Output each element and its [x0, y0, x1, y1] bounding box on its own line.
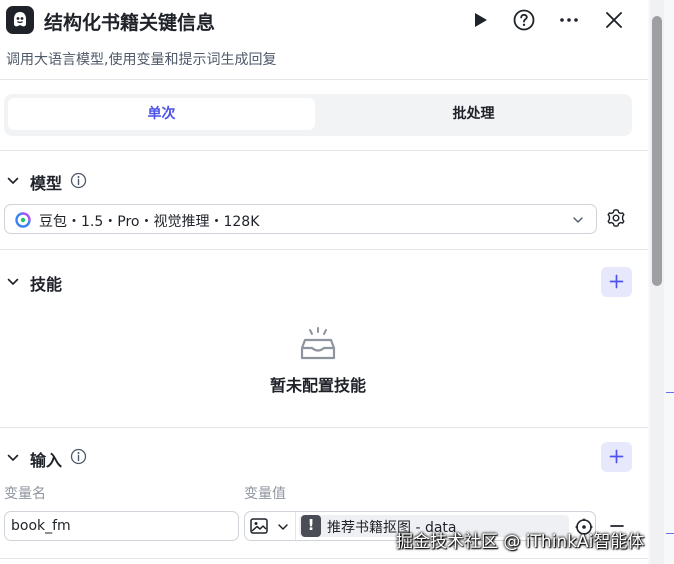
info-icon[interactable]: [70, 172, 87, 189]
connector-line: [666, 392, 674, 393]
skills-collapse-chevron-icon[interactable]: [6, 275, 20, 289]
model-select-value: 豆包・1.5・Pro・视觉推理・128K: [39, 214, 260, 230]
tab-batch[interactable]: 批处理: [319, 98, 628, 130]
help-icon[interactable]: [512, 8, 536, 32]
divider: [0, 150, 648, 151]
plus-icon: [609, 274, 624, 289]
model-section-title: 模型: [30, 174, 63, 193]
skills-section-title: 技能: [30, 275, 63, 294]
empty-box-icon: [300, 327, 336, 360]
panel-header: 结构化书籍关键信息: [0, 0, 648, 40]
add-input-button[interactable]: [601, 442, 632, 472]
bot-logo-icon: [6, 6, 34, 34]
skills-empty-text: 暂未配置技能: [269, 376, 366, 395]
close-icon[interactable]: [602, 8, 626, 32]
run-play-icon[interactable]: [468, 8, 492, 32]
model-select[interactable]: 豆包・1.5・Pro・视觉推理・128K: [4, 204, 597, 234]
scrollbar-thumb[interactable]: [652, 16, 662, 286]
add-skill-button[interactable]: [601, 267, 632, 297]
divider: [0, 427, 648, 428]
warning-badge-icon: !: [301, 515, 321, 537]
divider: [0, 558, 648, 559]
tab-single[interactable]: 单次: [8, 98, 315, 130]
divider: [0, 249, 648, 250]
info-icon[interactable]: [70, 448, 87, 465]
model-collapse-chevron-icon[interactable]: [6, 174, 20, 188]
divider: [0, 79, 648, 80]
chevron-down-icon[interactable]: [277, 521, 289, 533]
input-section-title: 输入: [30, 451, 63, 470]
variable-name-input[interactable]: [4, 511, 239, 541]
mode-tabs: 单次 批处理: [4, 94, 632, 136]
connector-line: [666, 533, 674, 534]
image-type-icon[interactable]: [250, 518, 268, 534]
plus-icon: [609, 449, 624, 464]
divider: [295, 512, 296, 540]
chevron-down-icon: [573, 217, 583, 223]
column-header-name: 变量名: [4, 486, 46, 502]
watermark-text: 掘金技术社区 @ iThinkAi智能体: [396, 532, 645, 552]
more-icon[interactable]: [557, 8, 581, 32]
doubao-logo-icon: [15, 212, 31, 228]
page-title: 结构化书籍关键信息: [44, 12, 216, 34]
model-settings-gear-icon[interactable]: [606, 208, 626, 228]
input-collapse-chevron-icon[interactable]: [6, 451, 20, 465]
node-panel: 结构化书籍关键信息 调用大语言模型,使用变量和提示词生成回复 单次 批处理 模型: [0, 0, 648, 564]
node-description: 调用大语言模型,使用变量和提示词生成回复: [6, 52, 277, 68]
column-header-value: 变量值: [244, 486, 286, 502]
